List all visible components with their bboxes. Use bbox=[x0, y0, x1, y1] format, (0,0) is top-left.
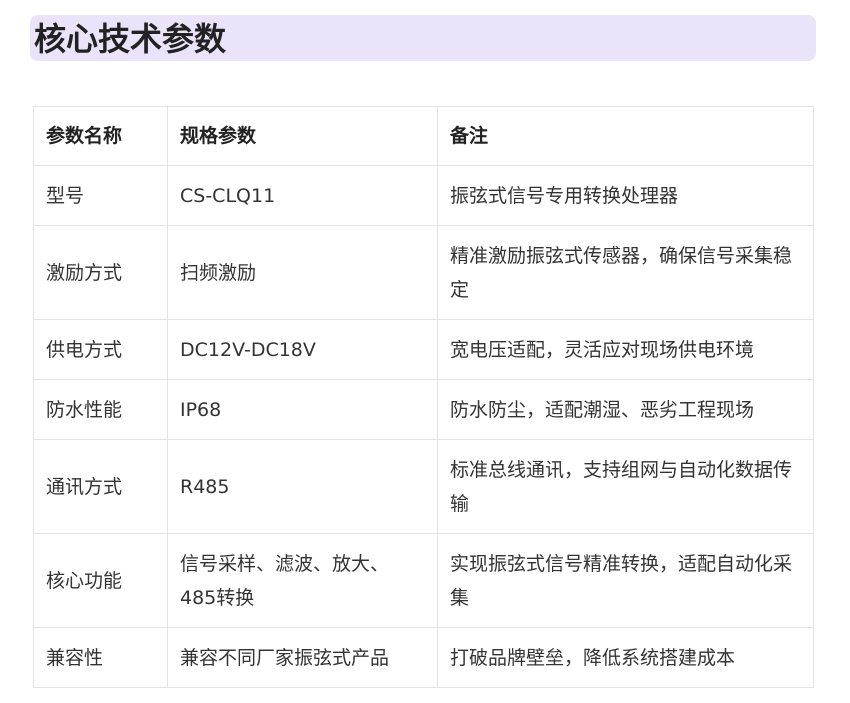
param-name-cell: 通讯方式 bbox=[33, 439, 168, 534]
spec-cell: 扫频激励 bbox=[167, 225, 438, 320]
table-row: 防水性能 IP68 防水防尘，适配潮湿、恶劣工程现场 bbox=[33, 379, 814, 440]
table-row: 激励方式 扫频激励 精准激励振弦式传感器，确保信号采集稳定 bbox=[33, 225, 814, 320]
section-title: 核心技术参数 bbox=[34, 20, 227, 58]
table-header-row: 参数名称 规格参数 备注 bbox=[33, 106, 814, 166]
note-cell: 标准总线通讯，支持组网与自动化数据传输 bbox=[437, 439, 814, 534]
param-name-cell: 核心功能 bbox=[33, 533, 168, 628]
spec-cell: DC12V-DC18V bbox=[167, 319, 438, 380]
table-row: 核心功能 信号采样、滤波、放大、485转换 实现振弦式信号精准转换，适配自动化采… bbox=[33, 533, 814, 628]
param-name-cell: 兼容性 bbox=[33, 627, 168, 688]
table-row: 型号 CS-CLQ11 振弦式信号专用转换处理器 bbox=[33, 165, 814, 226]
note-cell: 宽电压适配，灵活应对现场供电环境 bbox=[437, 319, 814, 380]
spec-cell: R485 bbox=[167, 439, 438, 534]
parameters-table: 参数名称 规格参数 备注 型号 CS-CLQ11 振弦式信号专用转换处理器 激励… bbox=[33, 106, 814, 688]
spec-cell: 兼容不同厂家振弦式产品 bbox=[167, 627, 438, 688]
header-param-name: 参数名称 bbox=[33, 106, 168, 166]
table-row: 兼容性 兼容不同厂家振弦式产品 打破品牌壁垒，降低系统搭建成本 bbox=[33, 627, 814, 688]
spec-cell: 信号采样、滤波、放大、485转换 bbox=[167, 533, 438, 628]
param-name-cell: 激励方式 bbox=[33, 225, 168, 320]
header-note: 备注 bbox=[437, 106, 814, 166]
param-name-cell: 防水性能 bbox=[33, 379, 168, 440]
spec-cell: CS-CLQ11 bbox=[167, 165, 438, 226]
table-row: 供电方式 DC12V-DC18V 宽电压适配，灵活应对现场供电环境 bbox=[33, 319, 814, 380]
note-cell: 精准激励振弦式传感器，确保信号采集稳定 bbox=[437, 225, 814, 320]
spec-cell: IP68 bbox=[167, 379, 438, 440]
section-heading-bar: 核心技术参数 bbox=[30, 15, 816, 61]
note-cell: 振弦式信号专用转换处理器 bbox=[437, 165, 814, 226]
note-cell: 实现振弦式信号精准转换，适配自动化采集 bbox=[437, 533, 814, 628]
note-cell: 防水防尘，适配潮湿、恶劣工程现场 bbox=[437, 379, 814, 440]
param-name-cell: 型号 bbox=[33, 165, 168, 226]
param-name-cell: 供电方式 bbox=[33, 319, 168, 380]
note-cell: 打破品牌壁垒，降低系统搭建成本 bbox=[437, 627, 814, 688]
table-row: 通讯方式 R485 标准总线通讯，支持组网与自动化数据传输 bbox=[33, 439, 814, 534]
header-spec: 规格参数 bbox=[167, 106, 438, 166]
